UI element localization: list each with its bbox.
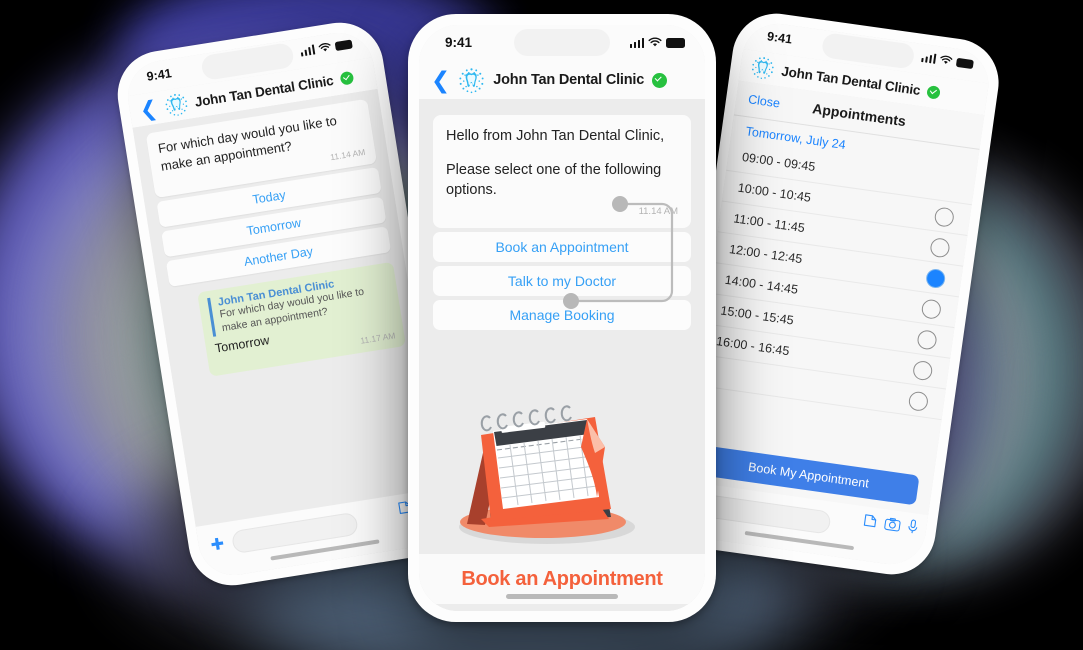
slot-radio[interactable] [933,205,956,228]
tooth-icon [162,91,189,118]
home-indicator [744,530,855,551]
slot-label: 11:00 - 11:45 [732,211,806,236]
chat-thread: Hello from John Tan Dental Clinic, Pleas… [419,99,705,611]
desk-calendar-illustration [419,401,705,551]
tooth-icon [749,54,776,81]
message-line-2: Please select one of the following optio… [446,161,662,199]
slot-label: 15:00 - 15:45 [719,303,795,328]
slot-radio[interactable] [916,328,938,351]
status-indicators [629,37,685,48]
battery-icon [334,39,353,51]
option-talk-to-my-doctor[interactable]: Talk to my Doctor [433,265,691,296]
status-indicators [299,39,353,57]
clinic-name: John Tan Dental Clinic [493,72,645,88]
status-time: 9:41 [766,29,793,47]
slot-radio[interactable] [912,359,934,381]
battery-icon [666,37,685,48]
cellular-signal-icon [629,37,644,48]
slot-radio-selected[interactable] [924,267,947,289]
message-line-1: Hello from John Tan Dental Clinic, [446,128,665,144]
status-time: 9:41 [445,35,473,50]
status-time: 9:41 [145,66,173,84]
message-time: 11.14 AM [638,205,678,217]
status-indicators [920,52,974,69]
outgoing-message-bubble: John Tan Dental Clinic For which day wou… [197,261,407,377]
phone-center: 9:41 ❮ John Tan Dental Clinic Hello from… [408,14,716,622]
status-bar: 9:41 [419,25,705,61]
verified-badge-icon [652,72,668,88]
incoming-message-bubble: Hello from John Tan Dental Clinic, Pleas… [433,115,691,228]
slot-radio[interactable] [907,390,930,412]
back-chevron-icon[interactable]: ❮ [138,96,159,121]
sheet-title: Appointments [811,100,907,130]
microphone-icon [908,519,918,534]
option-book-an-appointment[interactable]: Book an Appointment [433,231,691,262]
wifi-icon [940,55,953,64]
slot-label: 16:00 - 16:45 [715,334,791,359]
chat-navbar: ❮ John Tan Dental Clinic [419,61,705,100]
back-chevron-icon[interactable]: ❮ [431,68,450,92]
dynamic-island [514,29,610,56]
camera-icon [884,517,901,531]
cellular-signal-icon [299,44,316,57]
battery-icon [955,57,974,69]
sticker-icon [863,514,877,528]
wifi-icon [648,37,662,47]
slot-label: 10:00 - 10:45 [736,180,812,205]
screenshot-stage: 9:41 ❮ John Tan Dental Clinic For which … [0,0,1083,650]
chat-footer-area [419,594,705,611]
slot-label: 09:00 - 09:45 [741,149,817,175]
option-manage-booking[interactable]: Manage Booking [433,299,691,330]
home-indicator [506,594,618,599]
close-button[interactable]: Close [747,92,781,110]
slot-label: 12:00 - 12:45 [728,242,804,267]
slot-radio[interactable] [929,236,951,259]
tooth-icon [458,67,485,94]
plus-icon[interactable]: ✚ [210,536,226,555]
verified-badge-icon [926,84,942,100]
composer-icons [862,512,920,535]
slot-radio[interactable] [920,297,943,320]
cta-label: Book an Appointment [461,567,663,590]
verified-badge-icon [339,70,355,86]
phone-center-screen: 9:41 ❮ John Tan Dental Clinic Hello from… [419,25,705,611]
slot-list: 09:00 - 09:45 10:00 - 10:45 11:00 - 11:4… [695,140,976,421]
wifi-icon [318,43,331,52]
cellular-signal-icon [920,52,937,64]
slot-label: 14:00 - 14:45 [723,272,799,297]
